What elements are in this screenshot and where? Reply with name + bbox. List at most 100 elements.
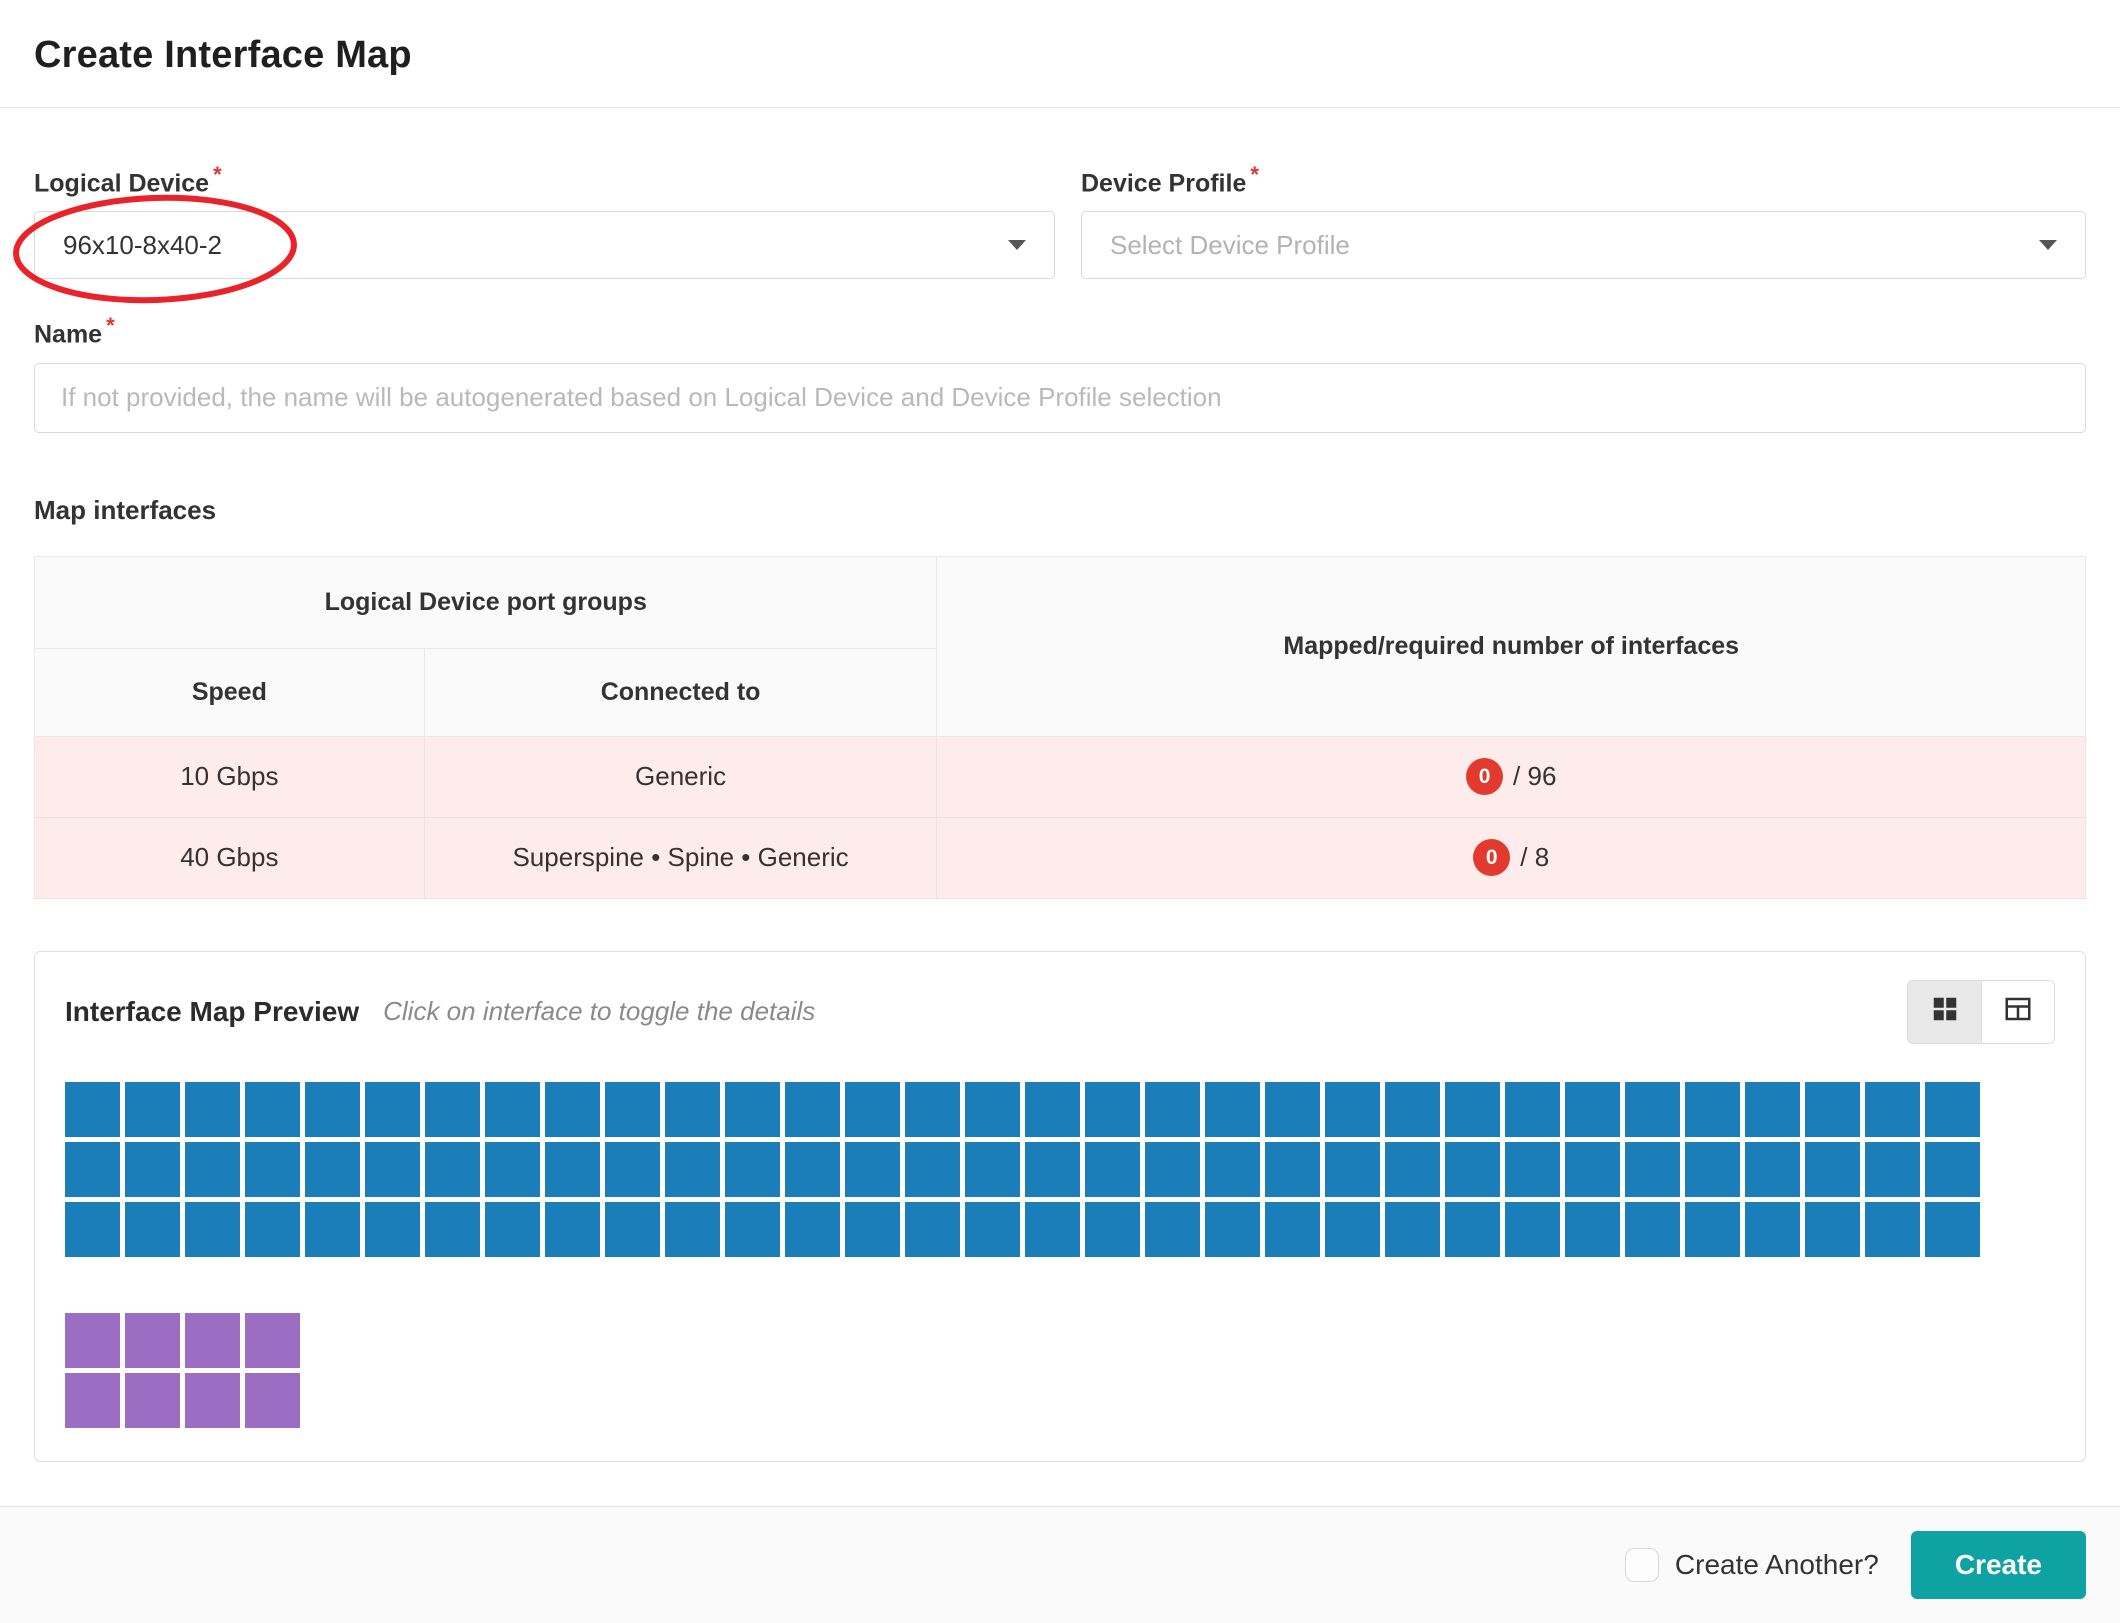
port-10gbps[interactable]: [1925, 1082, 1980, 1137]
port-10gbps[interactable]: [1445, 1082, 1500, 1137]
port-10gbps[interactable]: [65, 1202, 120, 1257]
port-10gbps[interactable]: [125, 1142, 180, 1197]
port-10gbps[interactable]: [185, 1082, 240, 1137]
port-10gbps[interactable]: [1325, 1082, 1380, 1137]
port-10gbps[interactable]: [1865, 1142, 1920, 1197]
port-10gbps[interactable]: [245, 1142, 300, 1197]
port-10gbps[interactable]: [1925, 1202, 1980, 1257]
port-10gbps[interactable]: [425, 1082, 480, 1137]
port-10gbps[interactable]: [545, 1202, 600, 1257]
port-10gbps[interactable]: [905, 1202, 960, 1257]
port-10gbps[interactable]: [1205, 1202, 1260, 1257]
port-10gbps[interactable]: [1505, 1082, 1560, 1137]
create-another-control[interactable]: Create Another?: [1625, 1548, 1879, 1582]
port-10gbps[interactable]: [545, 1142, 600, 1197]
port-10gbps[interactable]: [245, 1202, 300, 1257]
port-10gbps[interactable]: [1745, 1202, 1800, 1257]
port-10gbps[interactable]: [725, 1202, 780, 1257]
port-10gbps[interactable]: [365, 1202, 420, 1257]
create-button[interactable]: Create: [1911, 1531, 2086, 1599]
port-10gbps[interactable]: [725, 1082, 780, 1137]
port-10gbps[interactable]: [1145, 1082, 1200, 1137]
port-10gbps[interactable]: [1385, 1142, 1440, 1197]
port-10gbps[interactable]: [1805, 1202, 1860, 1257]
port-10gbps[interactable]: [1925, 1142, 1980, 1197]
port-10gbps[interactable]: [1265, 1202, 1320, 1257]
port-10gbps[interactable]: [1205, 1082, 1260, 1137]
port-10gbps[interactable]: [1805, 1142, 1860, 1197]
port-10gbps[interactable]: [725, 1142, 780, 1197]
name-input[interactable]: [34, 363, 2086, 433]
port-10gbps[interactable]: [245, 1082, 300, 1137]
port-10gbps[interactable]: [1745, 1082, 1800, 1137]
port-10gbps[interactable]: [1625, 1202, 1680, 1257]
port-10gbps[interactable]: [605, 1082, 660, 1137]
port-10gbps[interactable]: [1085, 1202, 1140, 1257]
port-10gbps[interactable]: [1145, 1142, 1200, 1197]
port-10gbps[interactable]: [305, 1082, 360, 1137]
port-10gbps[interactable]: [425, 1142, 480, 1197]
port-10gbps[interactable]: [845, 1202, 900, 1257]
port-10gbps[interactable]: [1325, 1142, 1380, 1197]
port-10gbps[interactable]: [965, 1202, 1020, 1257]
port-10gbps[interactable]: [1445, 1142, 1500, 1197]
port-10gbps[interactable]: [305, 1142, 360, 1197]
port-10gbps[interactable]: [965, 1082, 1020, 1137]
port-10gbps[interactable]: [185, 1142, 240, 1197]
port-10gbps[interactable]: [845, 1142, 900, 1197]
port-10gbps[interactable]: [605, 1202, 660, 1257]
port-10gbps[interactable]: [545, 1082, 600, 1137]
port-10gbps[interactable]: [1565, 1082, 1620, 1137]
port-10gbps[interactable]: [1625, 1082, 1680, 1137]
port-10gbps[interactable]: [1625, 1142, 1680, 1197]
port-10gbps[interactable]: [1025, 1082, 1080, 1137]
port-10gbps[interactable]: [125, 1202, 180, 1257]
port-10gbps[interactable]: [1265, 1082, 1320, 1137]
port-10gbps[interactable]: [905, 1082, 960, 1137]
port-10gbps[interactable]: [65, 1142, 120, 1197]
port-10gbps[interactable]: [1685, 1202, 1740, 1257]
port-10gbps[interactable]: [365, 1082, 420, 1137]
port-10gbps[interactable]: [1865, 1202, 1920, 1257]
grid-view-button[interactable]: [1908, 981, 1981, 1043]
port-10gbps[interactable]: [605, 1142, 660, 1197]
port-10gbps[interactable]: [1025, 1142, 1080, 1197]
port-10gbps[interactable]: [665, 1082, 720, 1137]
port-40gbps[interactable]: [125, 1313, 180, 1368]
port-10gbps[interactable]: [845, 1082, 900, 1137]
port-10gbps[interactable]: [965, 1142, 1020, 1197]
device-profile-select[interactable]: Select Device Profile: [1081, 211, 2086, 279]
port-10gbps[interactable]: [1505, 1142, 1560, 1197]
port-10gbps[interactable]: [125, 1082, 180, 1137]
port-40gbps[interactable]: [65, 1313, 120, 1368]
port-40gbps[interactable]: [185, 1313, 240, 1368]
port-40gbps[interactable]: [185, 1373, 240, 1428]
port-10gbps[interactable]: [305, 1202, 360, 1257]
port-10gbps[interactable]: [1325, 1202, 1380, 1257]
port-10gbps[interactable]: [1385, 1202, 1440, 1257]
port-40gbps[interactable]: [125, 1373, 180, 1428]
port-40gbps[interactable]: [65, 1373, 120, 1428]
port-10gbps[interactable]: [485, 1082, 540, 1137]
create-another-checkbox[interactable]: [1625, 1548, 1659, 1582]
port-10gbps[interactable]: [1025, 1202, 1080, 1257]
port-10gbps[interactable]: [785, 1202, 840, 1257]
port-10gbps[interactable]: [1085, 1142, 1140, 1197]
port-10gbps[interactable]: [785, 1142, 840, 1197]
port-10gbps[interactable]: [1385, 1082, 1440, 1137]
port-10gbps[interactable]: [1145, 1202, 1200, 1257]
port-10gbps[interactable]: [905, 1142, 960, 1197]
port-40gbps[interactable]: [245, 1373, 300, 1428]
port-10gbps[interactable]: [1085, 1082, 1140, 1137]
port-10gbps[interactable]: [365, 1142, 420, 1197]
table-view-button[interactable]: [1981, 981, 2054, 1043]
port-10gbps[interactable]: [1505, 1202, 1560, 1257]
port-10gbps[interactable]: [185, 1202, 240, 1257]
port-10gbps[interactable]: [1445, 1202, 1500, 1257]
port-10gbps[interactable]: [665, 1142, 720, 1197]
port-10gbps[interactable]: [1265, 1142, 1320, 1197]
port-10gbps[interactable]: [1685, 1142, 1740, 1197]
port-10gbps[interactable]: [1685, 1082, 1740, 1137]
logical-device-select[interactable]: 96x10-8x40-2: [34, 211, 1055, 279]
port-10gbps[interactable]: [1805, 1082, 1860, 1137]
